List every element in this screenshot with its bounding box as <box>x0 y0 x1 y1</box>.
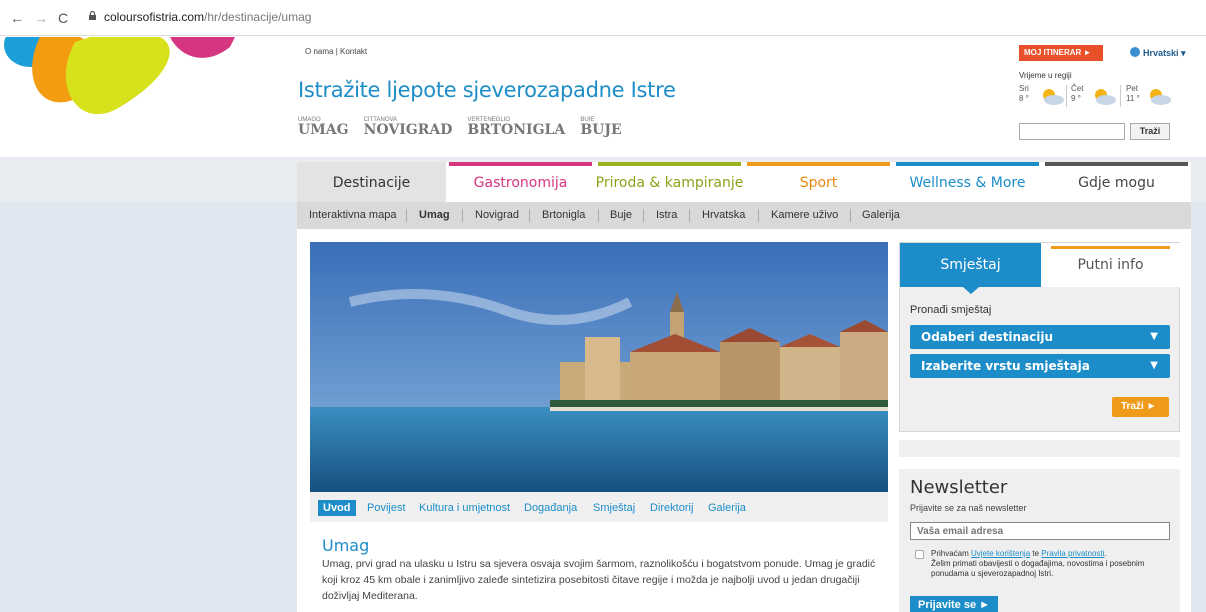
town-link-brtonigla[interactable]: VERTENEGLIO BRTONIGLA <box>467 117 565 137</box>
forward-arrow-icon[interactable]: → <box>34 10 48 26</box>
accommodation-type-select[interactable]: Izaberite vrstu smještaja ▼ <box>910 354 1170 378</box>
subnav-hrvatska[interactable]: Hrvatska <box>702 202 745 229</box>
my-itinerary-button[interactable]: MOJ ITINERAR ► <box>1019 45 1103 61</box>
newsletter-title: Newsletter <box>910 477 1008 498</box>
site-tagline: Istražite ljepote sjeverozapadne Istre <box>298 78 676 102</box>
partly-sunny-icon <box>1095 89 1116 105</box>
weather-title: Vrijeme u regiji <box>1019 71 1072 80</box>
browser-toolbar: ← → C coloursofistria.com/hr/destinacije… <box>0 0 1206 36</box>
top-links: O nama | Kontakt <box>305 47 368 56</box>
back-arrow-icon[interactable]: ← <box>10 10 24 26</box>
main-navigation: Destinacije Gastronomija Priroda & kampi… <box>297 162 1191 233</box>
about-link[interactable]: O nama <box>305 47 333 56</box>
content-area: Uvod Povijest Kultura i umjetnost Događa… <box>297 229 1191 612</box>
tab-kultura[interactable]: Kultura i umjetnost <box>419 500 510 516</box>
terms-checkbox[interactable] <box>915 550 924 559</box>
town-links: UMAGO UMAG CITTANOVA NOVIGRAD VERTENEGLIO B… <box>298 117 634 137</box>
accommodation-widget: Smještaj Putni info Pronađi smještaj Oda… <box>899 242 1180 432</box>
contact-link[interactable]: Kontakt <box>340 47 367 56</box>
sub-navigation: Interaktivna mapa Umag Novigrad Brtonigl… <box>297 202 1191 235</box>
content-tabs: Uvod Povijest Kultura i umjetnost Događa… <box>310 492 888 522</box>
newsletter-box: Newsletter Prijavite se za naš newslette… <box>899 469 1180 612</box>
reload-icon[interactable]: C <box>58 10 68 26</box>
tab-dogadanja[interactable]: Događanja <box>524 500 577 516</box>
page-description: Umag, prvi grad na ulasku u Istru sa sje… <box>322 558 876 602</box>
newsletter-subscribe-button[interactable]: Prijavite se ► <box>910 596 998 612</box>
logo[interactable] <box>0 37 260 147</box>
tab-direktorij[interactable]: Direktorij <box>650 500 693 516</box>
privacy-policy-link[interactable]: Pravila privatnosti <box>1041 549 1104 558</box>
tab-putni-info[interactable]: Putni info <box>1041 243 1180 287</box>
lock-icon <box>89 11 96 20</box>
url-path: /hr/destinacije/umag <box>204 10 312 24</box>
page-title: Umag <box>322 536 370 555</box>
address-bar[interactable]: coloursofistria.com/hr/destinacije/umag <box>104 10 311 24</box>
subnav-buje[interactable]: Buje <box>610 202 632 229</box>
terms-of-use-link[interactable]: Uvjete korištenja <box>971 549 1030 558</box>
globe-icon <box>1130 47 1140 57</box>
terms-text: Prihvaćam Uvjete korištenja te Pravila p… <box>931 549 1145 578</box>
town-link-umag[interactable]: UMAGO UMAG <box>298 117 349 137</box>
nav-tab-gastronomija[interactable]: Gastronomija <box>446 162 595 202</box>
newsletter-email-input[interactable] <box>910 522 1170 540</box>
tab-galerija[interactable]: Galerija <box>708 500 746 516</box>
nav-tab-sport[interactable]: Sport <box>744 162 893 202</box>
weather-day: Pet 11 ° <box>1126 84 1171 105</box>
nav-tab-priroda[interactable]: Priroda & kampiranje <box>595 162 744 202</box>
accommodation-search-button[interactable]: Traži ► <box>1112 397 1169 417</box>
subnav-novigrad[interactable]: Novigrad <box>475 202 519 229</box>
town-link-buje[interactable]: BUIE BUJE <box>580 117 621 137</box>
find-accommodation-label: Pronađi smještaj <box>910 304 992 316</box>
subnav-umag[interactable]: Umag <box>419 202 450 229</box>
weather-day: Čet 9 ° <box>1071 84 1116 105</box>
tab-smjestaj-widget[interactable]: Smještaj <box>900 243 1041 287</box>
url-host: coloursofistria.com <box>104 10 205 24</box>
hero-image <box>310 242 888 492</box>
subnav-kamere-uzivo[interactable]: Kamere uživo <box>771 202 838 229</box>
nav-tab-wellness[interactable]: Wellness & More <box>893 162 1042 202</box>
search-button[interactable]: Traži <box>1130 123 1170 140</box>
caret-down-icon: ▼ <box>1150 331 1158 342</box>
tab-uvod[interactable]: Uvod <box>318 500 356 516</box>
weather-day: Sri 8 ° <box>1019 84 1064 105</box>
newsletter-subtitle: Prijavite se za naš newsletter <box>910 503 1027 513</box>
partly-sunny-icon <box>1043 89 1064 105</box>
subnav-galerija[interactable]: Galerija <box>862 202 900 229</box>
nav-tab-gdje[interactable]: Gdje mogu pronaći…? <box>1042 162 1191 233</box>
tab-smjestaj[interactable]: Smještaj <box>593 500 635 516</box>
sidebar-divider <box>899 440 1180 457</box>
language-selector[interactable]: Hrvatski ▾ <box>1130 47 1186 59</box>
town-link-novigrad[interactable]: CITTANOVA NOVIGRAD <box>364 117 453 137</box>
subnav-istra[interactable]: Istra <box>656 202 677 229</box>
nav-tab-destinacije[interactable]: Destinacije <box>297 162 446 202</box>
subnav-brtonigla[interactable]: Brtonigla <box>542 202 585 229</box>
destination-select[interactable]: Odaberi destinaciju ▼ <box>910 325 1170 349</box>
caret-down-icon: ▼ <box>1150 360 1158 371</box>
subnav-interaktivna-mapa[interactable]: Interaktivna mapa <box>309 202 396 229</box>
search-input[interactable] <box>1019 123 1125 140</box>
web-page: O nama | Kontakt Istražite ljepote sjeve… <box>0 37 1206 612</box>
tab-povijest[interactable]: Povijest <box>367 500 406 516</box>
partly-sunny-icon <box>1150 89 1171 105</box>
